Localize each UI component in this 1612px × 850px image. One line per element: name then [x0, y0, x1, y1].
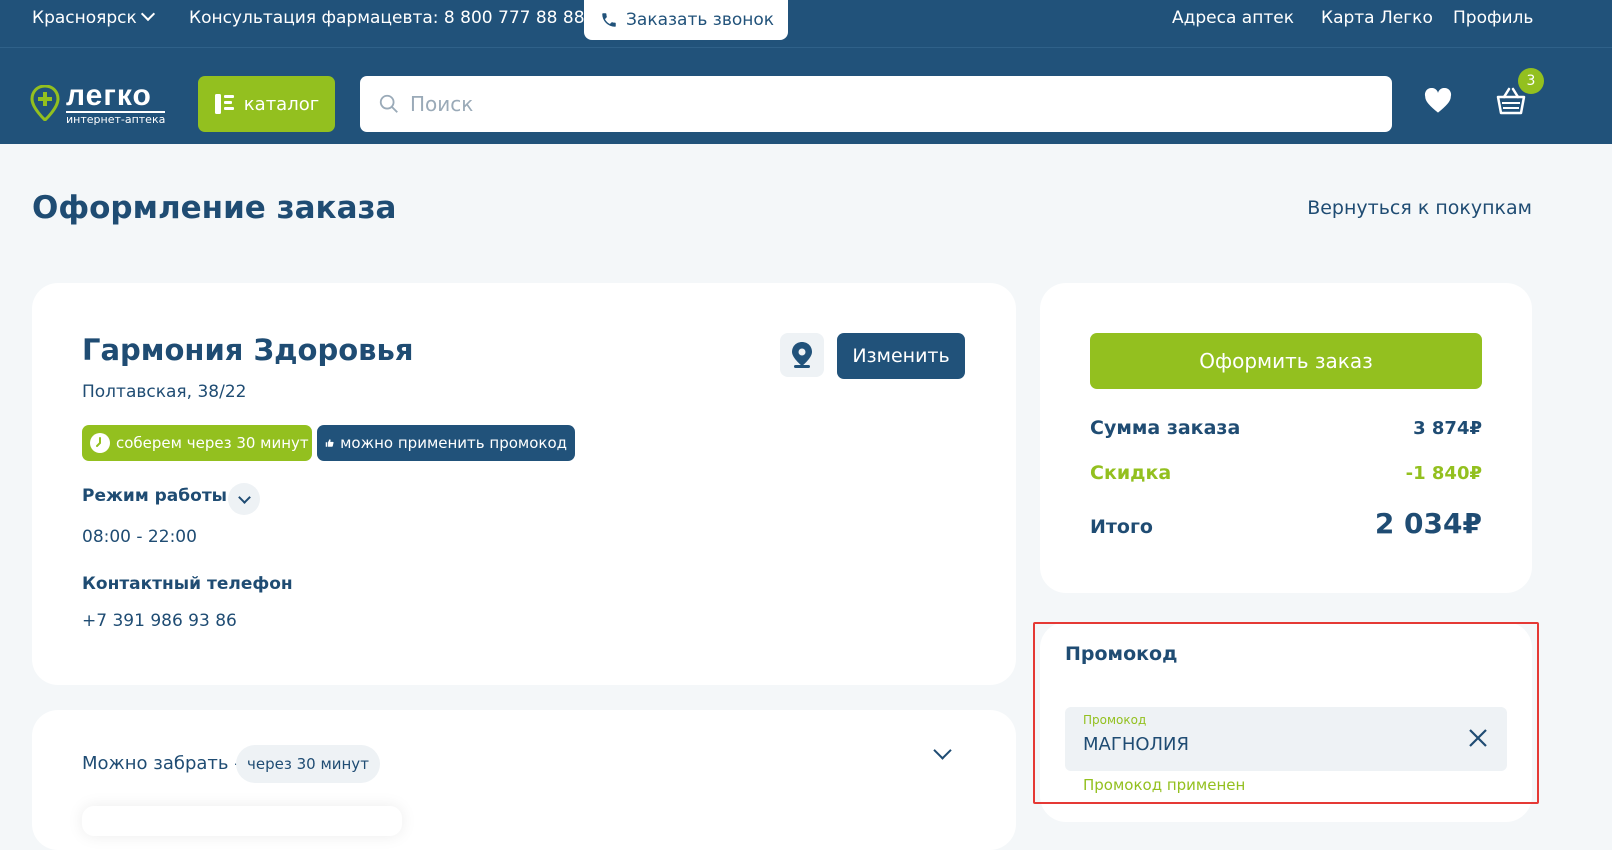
pharmacy-card: Гармония Здоровья Полтавская, 38/22 собе… — [32, 283, 1016, 685]
top-bar: Красноярск Консультация фармацевта: 8 80… — [0, 0, 1612, 47]
heart-icon[interactable] — [1424, 88, 1452, 114]
link-pharmacy-addresses[interactable]: Адреса аптек — [1172, 8, 1294, 28]
phone-label: Контактный телефон — [82, 574, 293, 594]
chevron-down-icon — [933, 741, 952, 760]
total-value: 2 034₽ — [1374, 507, 1482, 540]
hours-value: 08:00 - 22:00 — [82, 527, 197, 547]
total-row: Итого 2 034₽ — [1090, 507, 1482, 540]
discount-value: -1 840₽ — [1405, 463, 1482, 484]
hours-expand-button[interactable] — [228, 483, 260, 515]
clock-icon — [90, 433, 110, 453]
consult-phone[interactable]: Консультация фармацевта: 8 800 777 88 88 — [189, 8, 585, 28]
pharmacy-address: Полтавская, 38/22 — [82, 382, 247, 402]
catalog-icon — [214, 94, 234, 114]
order-summary-card: Оформить заказ Сумма заказа 3 874₽ Скидк… — [1040, 283, 1532, 593]
link-map[interactable]: Карта Легко — [1321, 8, 1433, 28]
promo-allowed-tag: можно применить промокод — [317, 425, 575, 461]
pickup-label: Можно забрать - — [82, 753, 241, 774]
city-selector[interactable]: Красноярск — [32, 6, 155, 28]
logo-text: легко интернет-аптека — [66, 79, 166, 126]
promo-code-input[interactable] — [1083, 734, 1443, 755]
pickup-time-tag: соберем через 30 минут — [82, 425, 312, 461]
cart-count-badge: 3 — [1518, 68, 1544, 94]
promo-status: Промокод применен — [1083, 776, 1246, 794]
back-to-shopping-link[interactable]: Вернуться к покупкам — [1307, 197, 1532, 219]
sum-row: Сумма заказа 3 874₽ — [1090, 417, 1482, 439]
pickup-time-chip: через 30 минут — [236, 745, 380, 783]
phone-icon — [602, 13, 616, 27]
link-profile[interactable]: Профиль — [1453, 8, 1533, 28]
catalog-label: каталог — [243, 93, 320, 115]
main-nav: легко интернет-аптека каталог 3 — [0, 47, 1612, 144]
search-bar[interactable] — [360, 76, 1392, 132]
order-call-button[interactable]: Заказать звонок — [584, 0, 788, 40]
pickup-time-text: соберем через 30 минут — [116, 434, 309, 452]
pickup-expand-button[interactable] — [930, 741, 952, 765]
promo-title: Промокод — [1065, 643, 1178, 665]
logo-sub-text: интернет-аптека — [66, 111, 166, 126]
promo-card: Промокод Промокод Промокод применен — [1040, 622, 1532, 822]
location-pin-icon — [792, 342, 812, 368]
page-title: Оформление заказа — [32, 190, 397, 226]
search-input[interactable] — [410, 92, 1310, 116]
city-label: Красноярск — [32, 8, 137, 28]
logo-pin-icon — [30, 85, 60, 121]
discount-row: Скидка -1 840₽ — [1090, 462, 1482, 484]
promo-field-label: Промокод — [1083, 713, 1147, 727]
chevron-down-icon — [140, 6, 155, 22]
phone-value: +7 391 986 93 86 — [82, 611, 237, 631]
change-pharmacy-button[interactable]: Изменить — [837, 333, 965, 379]
promo-allowed-text: можно применить промокод — [340, 434, 567, 452]
discount-label: Скидка — [1090, 462, 1172, 484]
place-order-button[interactable]: Оформить заказ — [1090, 333, 1482, 389]
sum-value: 3 874₽ — [1413, 418, 1482, 439]
logo-main-text: легко — [66, 79, 152, 112]
catalog-button[interactable]: каталог — [198, 76, 335, 132]
pickup-card: Можно забрать - через 30 минут — [32, 710, 1016, 850]
map-location-button[interactable] — [780, 333, 824, 377]
total-label: Итого — [1090, 516, 1153, 538]
sum-label: Сумма заказа — [1090, 417, 1241, 439]
search-icon — [379, 94, 398, 113]
order-call-label: Заказать звонок — [626, 10, 775, 30]
thumbs-up-icon — [325, 439, 334, 447]
chevron-down-icon — [237, 490, 251, 504]
hours-label: Режим работы — [82, 486, 228, 506]
logo[interactable]: легко интернет-аптека — [30, 79, 166, 126]
close-icon[interactable] — [1467, 727, 1489, 749]
pharmacy-name: Гармония Здоровья — [82, 333, 414, 367]
promo-code-field[interactable]: Промокод — [1065, 707, 1507, 771]
